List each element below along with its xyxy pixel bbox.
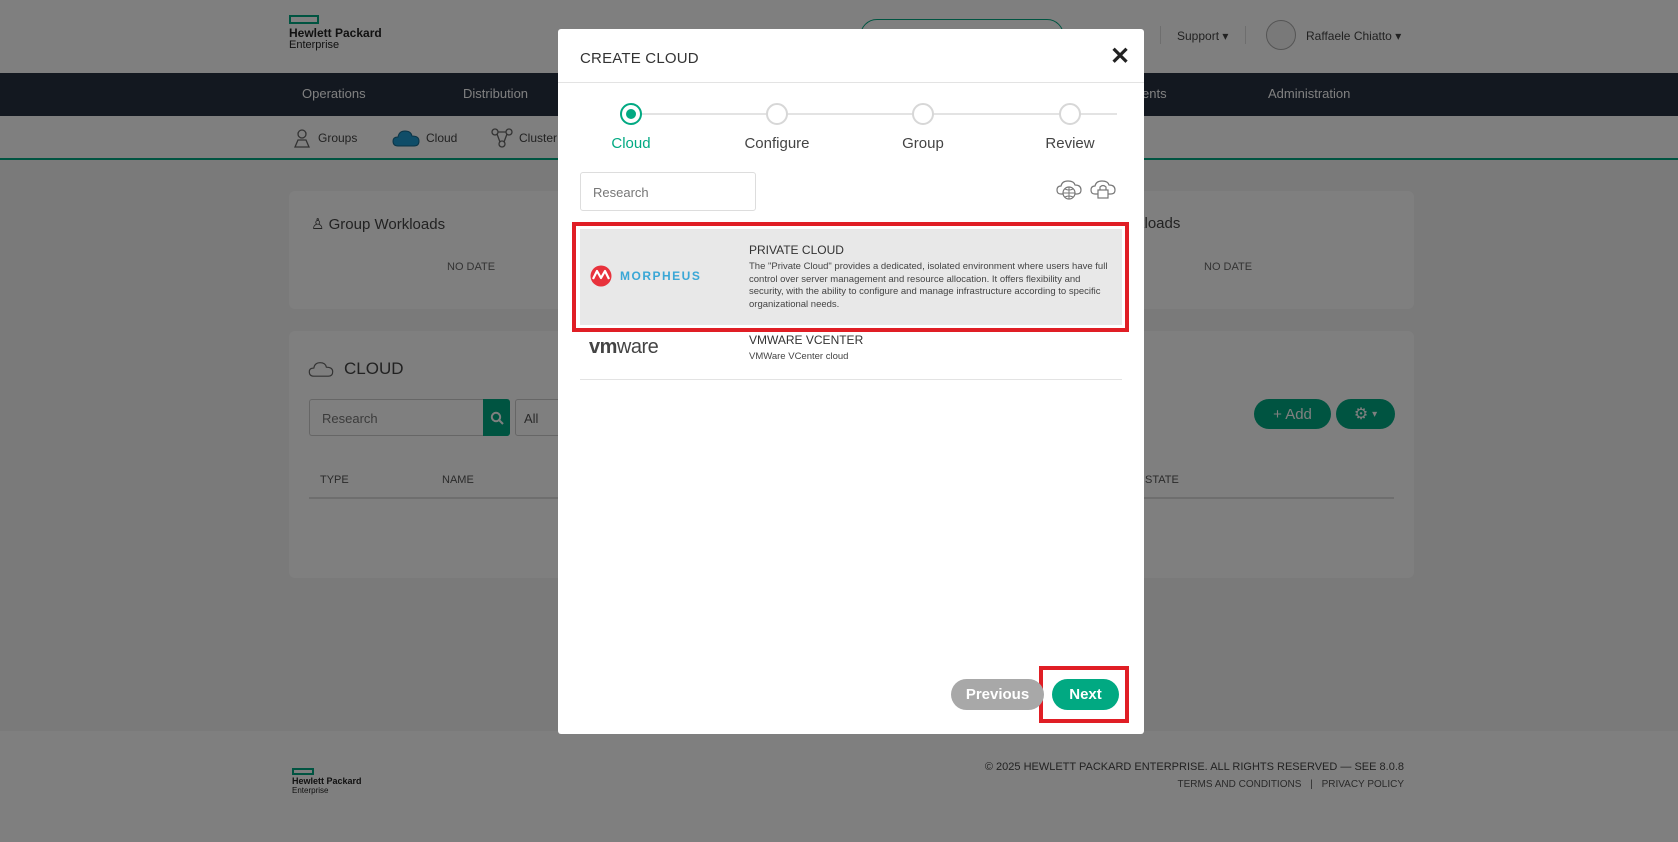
step-dot-configure[interactable] [766,103,788,125]
vmware-logo: vmware [589,336,659,359]
modal-title: CREATE CLOUD [580,50,699,67]
step-dot-review[interactable] [1059,103,1081,125]
cloud-type-search-input[interactable]: Research [580,172,756,211]
step-dot-group[interactable] [912,103,934,125]
modal-header-divider [558,82,1144,83]
highlight-private-cloud [572,222,1129,332]
step-label-configure[interactable]: Configure [732,135,822,152]
option-vmware-vcenter[interactable]: vmware VMWARE VCENTER VMWare VCenter clo… [580,325,1122,380]
previous-button[interactable]: Previous [951,679,1044,710]
option-name: VMWARE VCENTER [749,333,864,347]
close-icon[interactable]: ✕ [1110,42,1130,71]
next-button[interactable]: Next [1052,679,1119,710]
step-label-cloud[interactable]: Cloud [586,135,676,152]
step-label-review[interactable]: Review [1025,135,1115,152]
public-cloud-filter-icon[interactable] [1056,176,1082,202]
vmware-logo-vm: vm [589,336,617,358]
create-cloud-modal: CREATE CLOUD ✕ Cloud Configure Group Rev… [558,29,1144,734]
step-label-group[interactable]: Group [878,135,968,152]
private-cloud-filter-icon[interactable] [1090,176,1116,202]
vmware-logo-ware: ware [616,336,659,358]
option-description: VMWare VCenter cloud [749,351,849,362]
wizard-progress-line [631,113,1117,115]
step-dot-cloud[interactable] [620,103,642,125]
